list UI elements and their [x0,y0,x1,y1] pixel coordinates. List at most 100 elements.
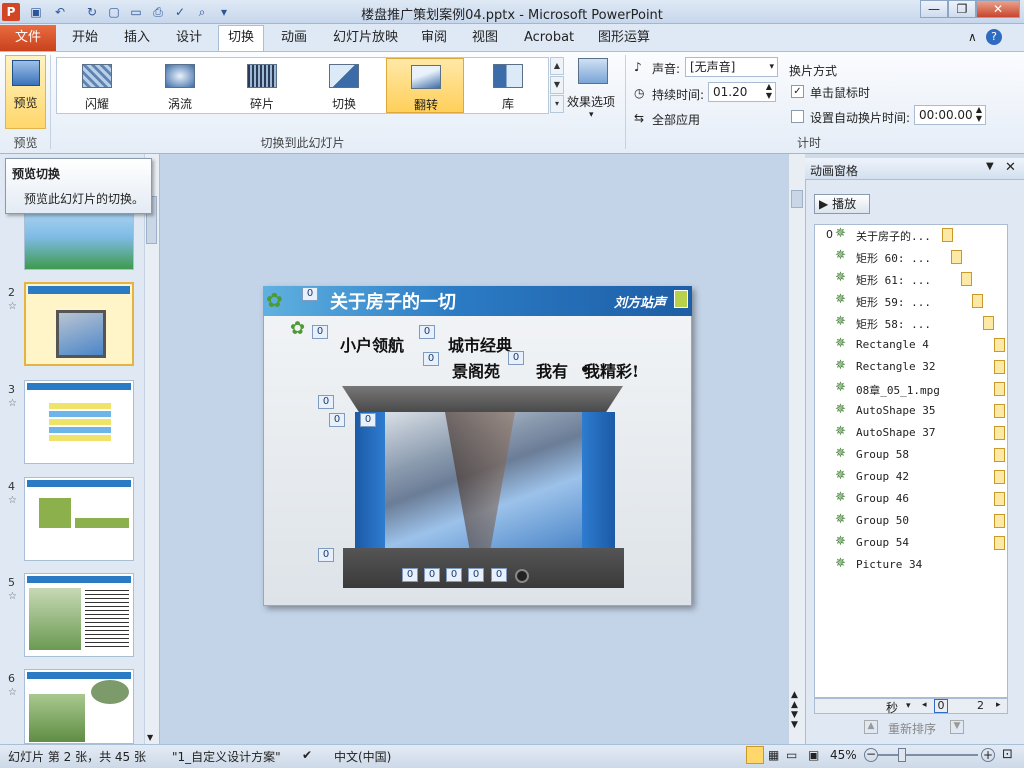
close-pane-icon[interactable]: ✕ [1005,160,1016,175]
animation-item[interactable]: ✵ 矩形 60: ... [815,246,1007,268]
scroll-down-icon[interactable]: ▼ [147,733,153,742]
timing-bar[interactable] [994,492,1005,506]
effect-options-button[interactable]: 效果选项 [567,93,615,110]
transition-switch[interactable]: 切换 [305,58,383,113]
move-down-icon[interactable]: ▼ [950,720,964,734]
animation-item[interactable]: ✵ 矩形 61: ... [815,268,1007,290]
editor-vertical-scrollbar[interactable] [788,154,805,744]
slide-title[interactable]: 关于房子的一切 [330,288,456,314]
animation-tag[interactable]: 0 [446,568,462,582]
animation-item[interactable]: ✵ Rectangle 32 [815,356,1007,378]
tab-slideshow[interactable]: 幻灯片放映 [333,29,398,49]
sound-select[interactable]: [无声音] ▾ [685,57,778,77]
minimize-icon[interactable]: — [920,0,948,18]
timing-bar[interactable] [994,426,1005,440]
zoom-level[interactable]: 45% [830,748,857,762]
slide-thumb-5[interactable] [24,573,134,657]
tab-insert[interactable]: 插入 [124,29,150,49]
animation-tag[interactable]: 0 [491,568,507,582]
media-button-icon[interactable] [515,569,529,583]
timing-bar[interactable] [951,250,962,264]
pane-options-icon[interactable]: ▼ [986,161,994,172]
auto-advance-checkbox[interactable] [791,110,804,123]
language-indicator[interactable]: 中文(中国) [334,748,391,765]
window-frame-left[interactable] [355,412,385,549]
close-icon[interactable]: ✕ [976,0,1020,18]
transition-flip-selected[interactable]: 翻转 [386,58,464,113]
timing-bar[interactable] [994,514,1005,528]
slide-thumb-2-selected[interactable] [24,282,134,366]
spinner-icon[interactable]: ▲ ▼ [766,82,772,100]
zoom-in-icon[interactable]: + [981,748,995,762]
play-button[interactable]: ▶ 播放 [814,194,870,214]
tab-design[interactable]: 设计 [176,29,202,49]
animation-tag[interactable]: 0 [402,568,418,582]
timing-bar[interactable] [942,228,953,242]
slide-thumb-4[interactable] [24,477,134,561]
animation-tag[interactable]: 0 [318,395,334,409]
effect-dropdown-icon[interactable]: ▾ [589,110,594,120]
restore-icon[interactable]: ❐ [948,0,976,18]
transition-flash[interactable]: 闪耀 [58,58,136,113]
gallery-scroll-up-icon[interactable]: ▲ [550,57,564,75]
timeline-right-icon[interactable]: ▸ [996,700,1001,710]
timing-bar[interactable] [994,338,1005,352]
theme-name[interactable]: "1_自定义设计方案" [172,748,281,765]
animation-item[interactable]: ✵ Group 50 [815,510,1007,532]
animation-item[interactable]: ✵ Rectangle 4 [815,334,1007,356]
transition-shred[interactable]: 碎片 [223,58,301,113]
tab-review[interactable]: 审阅 [421,29,447,49]
animation-item[interactable]: ✵ 矩形 59: ... [815,290,1007,312]
slide-thumb-6[interactable] [24,669,134,744]
window-frame-right[interactable] [582,412,615,549]
tab-acrobat[interactable]: Acrobat [524,29,574,49]
animation-item[interactable]: ✵ Picture 34 [815,554,1007,576]
zoom-out-icon[interactable]: − [864,748,878,762]
effect-options-icon[interactable] [578,58,608,84]
animation-item[interactable]: ✵ Group 58 [815,444,1007,466]
zoom-slider-track[interactable] [878,754,978,756]
animation-tag[interactable]: 0 [302,287,318,301]
normal-view-icon[interactable] [746,746,764,764]
on-click-checkbox[interactable]: ✓ [791,85,804,98]
slide-text-line1a[interactable]: 小户领航 [340,332,404,356]
animation-tag[interactable]: 0 [360,413,376,427]
slide-text-line2c[interactable]: 我精彩! [584,358,639,382]
gallery-more-icon[interactable]: ▾ [550,95,564,113]
animation-item[interactable]: ✵ AutoShape 37 [815,422,1007,444]
apply-all-button[interactable]: 全部应用 [652,111,700,128]
tab-shape-ops[interactable]: 图形运算 [598,29,650,49]
tab-file[interactable]: 文件 [0,25,56,51]
animation-item[interactable]: ✵ Group 54 [815,532,1007,554]
timeline-left-icon[interactable]: ◂ [922,700,927,710]
animation-item[interactable]: ✵ Group 42 [815,466,1007,488]
timing-bar[interactable] [994,360,1005,374]
gallery-scroll-down-icon[interactable]: ▼ [550,76,564,94]
animation-tag[interactable]: 0 [329,413,345,427]
timing-bar[interactable] [994,382,1005,396]
reading-view-icon[interactable]: ▭ [786,748,797,762]
ribbon-minimize-icon[interactable]: ∧ [968,30,977,44]
animation-tag[interactable]: 0 [419,325,435,339]
slide-text-line1b[interactable]: 城市经典 [448,332,512,356]
skyscraper-picture[interactable] [385,412,582,549]
scrollbar-thumb[interactable] [791,190,803,208]
tab-animations[interactable]: 动画 [281,29,307,49]
fit-to-window-icon[interactable]: ⊡ [1002,747,1013,762]
slide-text-line2a[interactable]: 景阁苑 [452,358,500,382]
timing-bar[interactable] [983,316,994,330]
animation-tag[interactable]: 0 [318,548,334,562]
timing-bar[interactable] [972,294,983,308]
slide-sorter-icon[interactable]: ▦ [768,748,779,762]
animation-item[interactable]: ✵ AutoShape 35 [815,400,1007,422]
duration-input[interactable]: 01.20 ▲ ▼ [708,82,776,102]
prev-next-slide-icon[interactable]: ▲ ▲ ▼ ▼ [791,690,798,730]
tab-view[interactable]: 视图 [472,29,498,49]
transition-vortex[interactable]: 涡流 [141,58,219,113]
move-up-icon[interactable]: ▲ [864,720,878,734]
animation-tag[interactable]: 0 [423,352,439,366]
timing-bar[interactable] [961,272,972,286]
window-frame-top[interactable] [342,386,623,412]
chevron-down-icon[interactable]: ▾ [906,701,911,711]
timing-bar[interactable] [994,404,1005,418]
